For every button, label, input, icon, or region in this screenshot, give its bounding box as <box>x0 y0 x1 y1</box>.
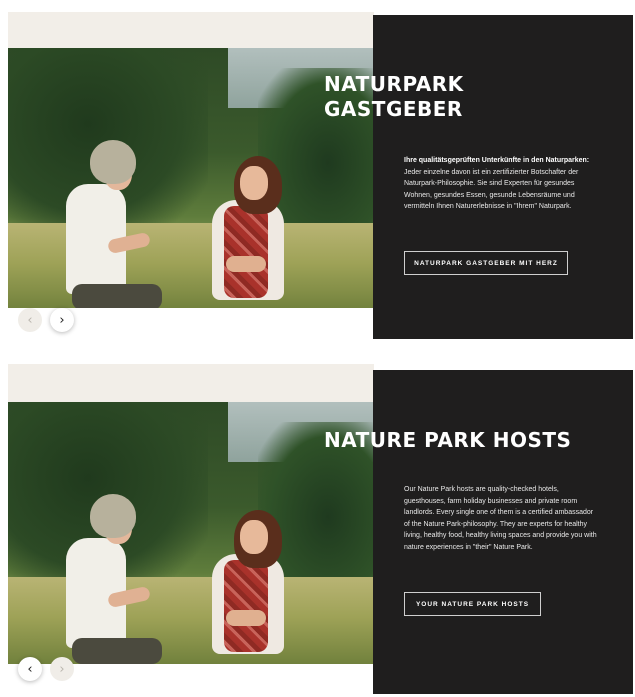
hero-photo <box>8 48 374 308</box>
slider-next-button[interactable]: › <box>50 308 74 332</box>
description-bold: Ihre qualitätsgeprüften Unterkünfte in d… <box>404 157 590 164</box>
title-line-2: GASTGEBER <box>324 97 463 121</box>
slider-controls: ‹ › <box>18 657 74 683</box>
photo-woman-right-face <box>240 520 268 554</box>
slider-prev-button[interactable]: ‹ <box>18 308 42 332</box>
photo-woman-right-hands <box>226 610 266 626</box>
beige-background-band <box>8 364 374 402</box>
photo-woman-left-legs <box>72 638 162 664</box>
description-text: Our Nature Park hosts are quality-checke… <box>404 486 597 551</box>
beige-background-band <box>8 12 374 50</box>
cta-button[interactable]: YOUR NATURE PARK HOSTS <box>404 592 541 616</box>
chevron-right-icon: › <box>59 661 65 677</box>
photo-woman-right-dress <box>224 206 268 298</box>
slider-controls: ‹ › <box>18 308 74 334</box>
cta-button[interactable]: NATURPARK GASTGEBER MIT HERZ <box>404 251 568 275</box>
photo-meadow <box>8 577 374 664</box>
hero-panel-en: ‹ › NATURE PARK HOSTS Our Nature Park ho… <box>0 352 635 697</box>
photo-woman-right-hands <box>226 256 266 272</box>
photo-meadow <box>8 223 374 308</box>
photo-woman-right-face <box>240 166 268 200</box>
photo-woman-left-legs <box>72 284 162 308</box>
photo-woman-right-dress <box>224 560 268 652</box>
description-text: Ihre qualitätsgeprüften Unterkünfte in d… <box>404 155 600 213</box>
description-rest: Jeder einzelne davon ist ein zertifizier… <box>404 168 579 211</box>
hero-photo <box>8 402 374 664</box>
title-line-1: NATURPARK <box>324 72 464 96</box>
chevron-left-icon: ‹ <box>27 312 33 328</box>
slider-prev-button[interactable]: ‹ <box>18 657 42 681</box>
slider-next-button[interactable]: › <box>50 657 74 681</box>
chevron-right-icon: › <box>59 312 65 328</box>
page-title: NATURE PARK HOSTS <box>324 428 572 452</box>
photo-woman-left-hair <box>90 494 136 538</box>
page-title: NATURPARK GASTGEBER <box>324 72 484 122</box>
hero-panel-de: ‹ › NATURPARK GASTGEBER Ihre qualitätsge… <box>0 0 635 345</box>
chevron-left-icon: ‹ <box>27 661 33 677</box>
photo-woman-left-hair <box>90 140 136 184</box>
